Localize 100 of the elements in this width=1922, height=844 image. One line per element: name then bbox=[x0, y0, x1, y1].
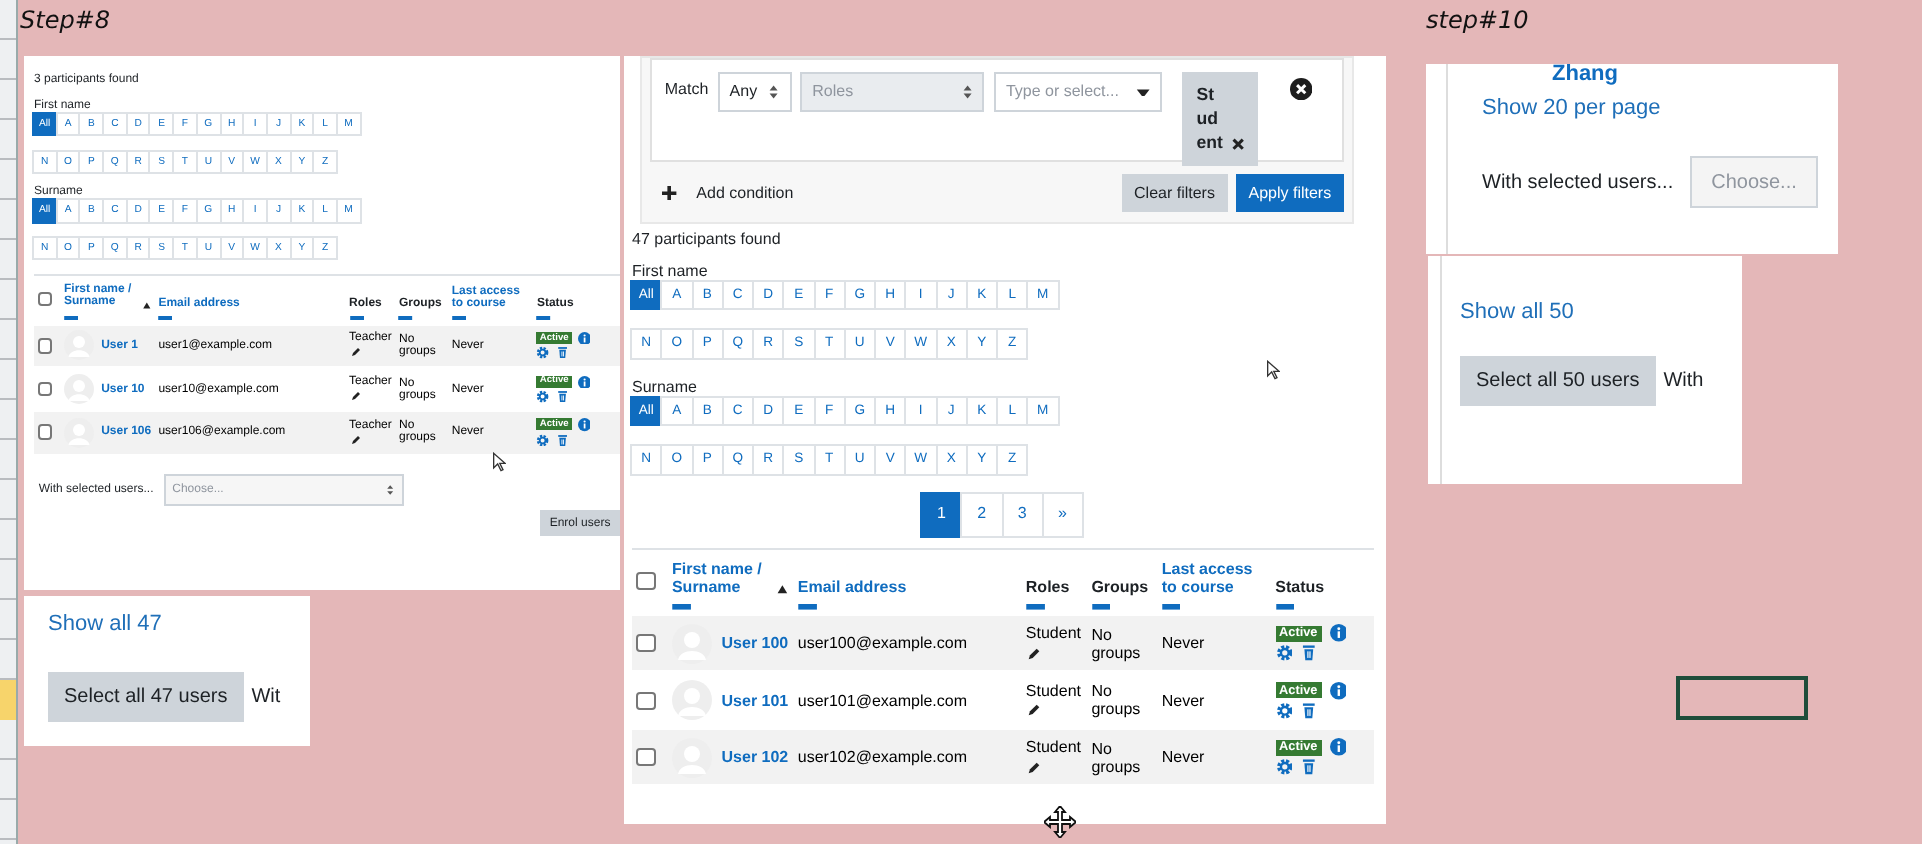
checkbox[interactable] bbox=[636, 691, 656, 710]
email-cell: user102@example.com bbox=[793, 728, 1022, 785]
match-select[interactable]: Any bbox=[717, 71, 792, 113]
trash-icon[interactable] bbox=[556, 346, 570, 360]
trash-icon[interactable] bbox=[1300, 644, 1319, 663]
sort-ascending-icon bbox=[141, 299, 152, 310]
column-sort-link[interactable]: First name / Surname bbox=[671, 559, 771, 596]
column-sort-link[interactable]: Email address bbox=[797, 577, 907, 596]
collapse-icon[interactable] bbox=[1275, 603, 1295, 609]
checkbox[interactable] bbox=[37, 381, 53, 397]
role-text: Student bbox=[1025, 738, 1082, 757]
collapse-icon[interactable] bbox=[797, 603, 817, 609]
pencil-icon[interactable] bbox=[1025, 645, 1042, 662]
settings-icon[interactable] bbox=[1275, 758, 1293, 777]
groups-cell: No groups bbox=[1086, 614, 1157, 672]
cut-off-text: With bbox=[1663, 370, 1704, 392]
updown-icon bbox=[385, 484, 394, 497]
settings-icon[interactable] bbox=[1275, 701, 1293, 720]
settings-icon[interactable] bbox=[536, 389, 551, 404]
collapse-icon[interactable] bbox=[671, 603, 692, 609]
sort-ascending-icon bbox=[775, 581, 789, 595]
user-name-link[interactable]: Zhang bbox=[1552, 64, 1838, 86]
settings-icon[interactable] bbox=[536, 346, 551, 360]
collapse-icon[interactable] bbox=[1161, 603, 1181, 609]
select-all-button[interactable]: Select all 50 users bbox=[1460, 356, 1656, 406]
column-sort-link[interactable]: Last access to course bbox=[1161, 559, 1266, 596]
cut-off-text: Wit bbox=[251, 686, 281, 708]
clear-filters-button[interactable]: Clear filters bbox=[1121, 173, 1228, 212]
updown-icon bbox=[961, 83, 974, 100]
collapse-icon[interactable] bbox=[451, 315, 467, 320]
info-icon[interactable] bbox=[577, 331, 591, 345]
page-link[interactable]: 3 bbox=[1001, 492, 1044, 539]
page-link[interactable]: 1 bbox=[920, 492, 963, 539]
pencil-icon[interactable] bbox=[349, 390, 362, 403]
collapse-icon[interactable] bbox=[1091, 603, 1111, 609]
pencil-icon[interactable] bbox=[1025, 760, 1042, 777]
collapse-icon[interactable] bbox=[158, 315, 173, 320]
collapse-icon[interactable] bbox=[349, 315, 364, 320]
dropdown-arrow-icon bbox=[1136, 87, 1151, 97]
collapse-icon[interactable] bbox=[398, 315, 414, 320]
user-name-link[interactable]: User 101 bbox=[721, 691, 789, 710]
settings-icon[interactable] bbox=[536, 433, 551, 447]
remove-icon bbox=[1231, 137, 1244, 150]
checkbox[interactable] bbox=[37, 424, 53, 440]
match-label: Match bbox=[664, 80, 709, 99]
checkbox[interactable] bbox=[636, 634, 656, 653]
info-icon[interactable] bbox=[577, 418, 591, 432]
last-access-cell: Never bbox=[1156, 728, 1271, 785]
add-condition-link[interactable]: Add condition bbox=[662, 183, 794, 202]
info-icon[interactable] bbox=[577, 375, 591, 389]
pencil-icon[interactable] bbox=[349, 433, 362, 446]
collapse-icon[interactable] bbox=[536, 315, 552, 320]
step-label: Step#8 bbox=[20, 6, 111, 34]
column-header: Groups bbox=[1091, 577, 1149, 596]
collapse-icon[interactable] bbox=[1025, 603, 1045, 609]
filter-label: Surname bbox=[632, 377, 699, 396]
cursor-icon bbox=[1266, 360, 1280, 380]
groups-cell: No groups bbox=[1086, 728, 1157, 785]
selected-cell[interactable] bbox=[1676, 676, 1808, 720]
info-icon[interactable] bbox=[1329, 738, 1347, 757]
checkbox[interactable] bbox=[37, 292, 53, 307]
selected-value-chip[interactable]: Student bbox=[1182, 71, 1259, 167]
show-all-link[interactable]: Show all 47 bbox=[48, 612, 310, 636]
select-all-button[interactable]: Select all 47 users bbox=[48, 672, 244, 722]
participants-count: 47 participants found bbox=[632, 230, 783, 249]
role-text: Student bbox=[1025, 681, 1082, 700]
user-name-link[interactable]: User 100 bbox=[721, 634, 789, 653]
close-icon[interactable] bbox=[1290, 77, 1313, 100]
trash-icon[interactable] bbox=[1300, 701, 1319, 720]
info-icon[interactable] bbox=[1329, 681, 1347, 700]
last-access-cell: Never bbox=[1156, 614, 1271, 672]
column-header: Status bbox=[1275, 577, 1325, 596]
email-cell: user100@example.com bbox=[793, 614, 1022, 672]
collapse-icon[interactable] bbox=[63, 315, 79, 320]
apply-filters-button[interactable]: Apply filters bbox=[1235, 173, 1344, 212]
filter-label: First name bbox=[632, 261, 710, 280]
user-name-link[interactable]: User 102 bbox=[721, 748, 789, 767]
show-all-link[interactable]: Show all 50 bbox=[1460, 300, 1742, 324]
step-label: step#10 bbox=[1426, 6, 1529, 34]
trash-icon[interactable] bbox=[1300, 758, 1319, 777]
page-link[interactable]: » bbox=[1041, 492, 1084, 539]
page-link[interactable]: 2 bbox=[960, 492, 1003, 539]
checkbox[interactable] bbox=[636, 748, 656, 767]
checkbox[interactable] bbox=[37, 338, 53, 354]
pencil-icon[interactable] bbox=[349, 346, 362, 359]
bulk-action-label: With selected users... bbox=[1482, 171, 1674, 193]
settings-icon[interactable] bbox=[1275, 644, 1293, 663]
show-per-page-link[interactable]: Show 20 per page bbox=[1482, 96, 1838, 120]
email-cell: user101@example.com bbox=[793, 671, 1022, 729]
last-access-cell: Never bbox=[1156, 671, 1271, 729]
autocomplete-field[interactable]: Type or select... bbox=[994, 71, 1163, 113]
checkbox[interactable] bbox=[636, 572, 656, 591]
info-icon[interactable] bbox=[1329, 624, 1347, 643]
trash-icon[interactable] bbox=[556, 389, 570, 404]
cursor-icon bbox=[492, 452, 506, 472]
role-text: Student bbox=[1025, 624, 1082, 643]
plus-icon bbox=[662, 185, 678, 200]
trash-icon[interactable] bbox=[556, 433, 570, 447]
groups-cell: No groups bbox=[1086, 671, 1157, 729]
pencil-icon[interactable] bbox=[1025, 702, 1042, 719]
